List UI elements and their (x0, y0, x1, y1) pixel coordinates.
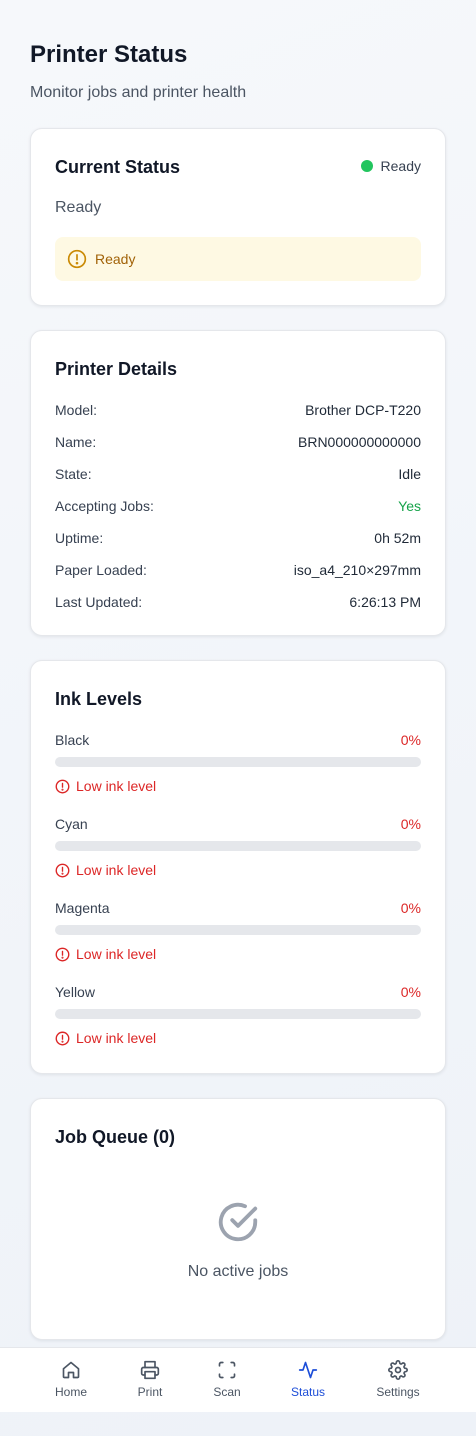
detail-value: Yes (398, 498, 421, 514)
detail-label: Uptime: (55, 530, 104, 546)
nav-item-status[interactable]: Status (268, 1348, 348, 1412)
detail-label: Paper Loaded: (55, 562, 147, 578)
nav-label: Status (290, 1385, 326, 1399)
scan-icon (218, 1361, 236, 1379)
nav-item-settings[interactable]: Settings (358, 1348, 438, 1412)
ink-percent: 0% (400, 816, 421, 832)
detail-value: 6:26:13 PM (349, 594, 421, 610)
nav-label: Print (137, 1385, 163, 1399)
detail-row-name: Name: BRN000000000000 (55, 433, 421, 451)
ink-level-bar (55, 841, 421, 851)
printer-icon (140, 1360, 160, 1380)
detail-row-paper-loaded: Paper Loaded: iso_a4_210×297mm (55, 561, 421, 579)
detail-value: 0h 52m (374, 530, 421, 546)
nav-item-scan[interactable]: Scan (187, 1348, 267, 1412)
ink-level-bar (55, 925, 421, 935)
empty-jobs-text: No active jobs (187, 1263, 289, 1280)
ink-percent: 0% (400, 732, 421, 748)
nav-label: Settings (376, 1385, 420, 1399)
low-ink-warning: Low ink level (55, 861, 156, 879)
home-icon (62, 1361, 80, 1379)
detail-value: Brother DCP-T220 (305, 402, 421, 418)
status-dot-icon (360, 160, 373, 172)
ink-item-yellow: Yellow 0% Low ink level (55, 983, 421, 1047)
gear-icon (388, 1360, 408, 1380)
ink-name: Magenta (55, 900, 110, 916)
status-indicator-label: Ready (380, 158, 421, 174)
nav-item-home[interactable]: Home (31, 1348, 111, 1412)
activity-icon (298, 1361, 318, 1379)
alert-circle-icon (67, 249, 87, 269)
page-subtitle: Monitor jobs and printer health (30, 84, 247, 101)
bottom-nav: Home Print Scan Status Settings (0, 1347, 476, 1412)
detail-label: State: (55, 466, 92, 482)
status-alert: Ready (55, 237, 421, 281)
detail-row-model: Model: Brother DCP-T220 (55, 401, 421, 419)
ink-name: Black (55, 732, 90, 748)
ink-percent: 0% (400, 900, 421, 916)
detail-label: Model: (55, 402, 98, 418)
nav-label: Home (54, 1385, 87, 1399)
ink-level-bar (55, 1009, 421, 1019)
alert-circle-icon (55, 779, 70, 793)
printer-details-title: Printer Details (55, 359, 178, 379)
detail-row-state: State: Idle (55, 465, 421, 483)
detail-label: Last Updated: (55, 594, 143, 610)
low-ink-warning: Low ink level (55, 777, 156, 795)
alert-circle-icon (55, 1031, 70, 1045)
detail-value: iso_a4_210×297mm (293, 562, 421, 578)
ink-level-bar (55, 757, 421, 767)
nav-item-print[interactable]: Print (110, 1348, 190, 1412)
page-title: Printer Status (30, 41, 188, 68)
nav-label: Scan (213, 1385, 241, 1399)
status-indicator: Ready (360, 158, 421, 174)
low-ink-warning-text: Low ink level (76, 778, 157, 794)
job-queue-card: Job Queue (0) No active jobs (30, 1098, 446, 1340)
ink-levels-card: Ink Levels Black 0% Low ink level Cyan 0… (30, 660, 446, 1074)
ink-item-magenta: Magenta 0% Low ink level (55, 899, 421, 963)
status-text: Ready (55, 199, 102, 216)
ink-levels-title: Ink Levels (55, 689, 143, 709)
page-header: Printer Status Monitor jobs and printer … (30, 38, 446, 104)
ink-item-cyan: Cyan 0% Low ink level (55, 815, 421, 879)
ink-name: Yellow (55, 984, 95, 1000)
detail-value: Idle (398, 466, 421, 482)
low-ink-warning: Low ink level (55, 945, 156, 963)
alert-circle-icon (55, 947, 70, 961)
status-alert-text: Ready (95, 251, 136, 267)
current-status-card: Current Status Ready Ready Ready (30, 128, 446, 306)
detail-label: Accepting Jobs: (55, 498, 154, 514)
detail-value: BRN000000000000 (298, 434, 421, 450)
detail-row-last-updated: Last Updated: 6:26:13 PM (55, 593, 421, 611)
detail-label: Name: (55, 434, 97, 450)
ink-item-black: Black 0% Low ink level (55, 731, 421, 795)
alert-circle-icon (55, 863, 70, 877)
detail-row-accepting-jobs: Accepting Jobs: Yes (55, 497, 421, 515)
printer-details-card: Printer Details Model: Brother DCP-T220 … (30, 330, 446, 636)
check-circle-icon (218, 1202, 258, 1242)
low-ink-warning: Low ink level (55, 1029, 156, 1047)
low-ink-warning-text: Low ink level (76, 862, 157, 878)
current-status-title: Current Status (55, 157, 181, 177)
ink-percent: 0% (400, 984, 421, 1000)
job-queue-title: Job Queue (0) (55, 1127, 176, 1147)
detail-row-uptime: Uptime: 0h 52m (55, 529, 421, 547)
low-ink-warning-text: Low ink level (76, 946, 157, 962)
ink-name: Cyan (55, 816, 88, 832)
low-ink-warning-text: Low ink level (76, 1030, 157, 1046)
